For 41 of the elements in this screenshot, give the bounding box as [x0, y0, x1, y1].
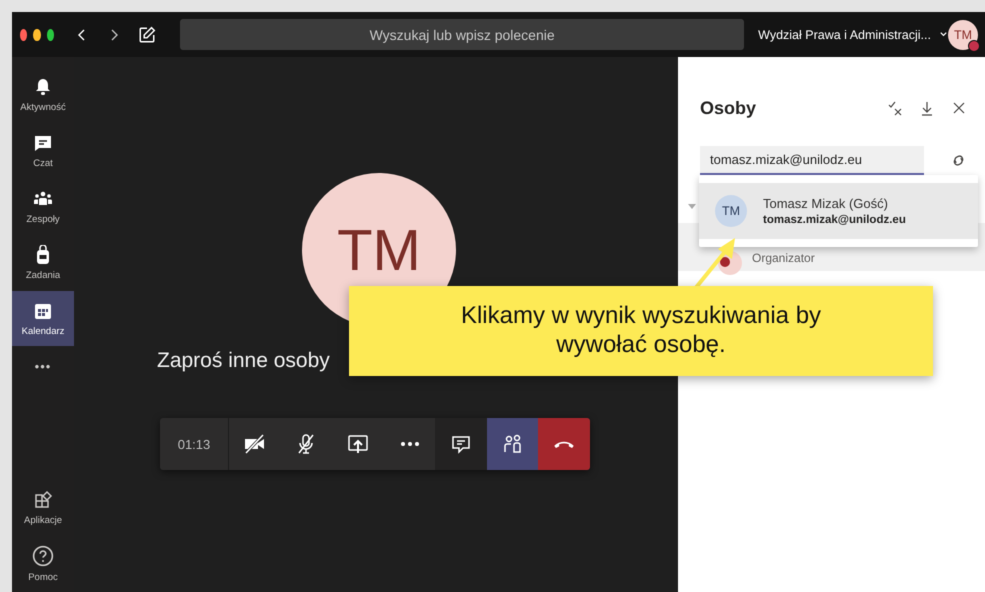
close-icon [951, 100, 967, 116]
mute-all-button[interactable] [887, 100, 903, 116]
suggestion-item[interactable]: TM Tomasz Mizak (Gość) tomasz.mizak@unilodz.eu [699, 183, 978, 239]
people-search-field[interactable]: tomasz.mizak@unilodz.eu [700, 146, 924, 175]
download-button[interactable] [919, 100, 935, 116]
chat-button[interactable] [435, 418, 487, 470]
check-cross-icon [887, 100, 903, 116]
minimize-window-button[interactable] [33, 28, 41, 40]
rail-item[interactable]: Aktywność [12, 67, 74, 123]
call-timer: 01:13 [160, 418, 229, 470]
more-icon [400, 441, 420, 447]
people-button[interactable] [486, 418, 538, 470]
camera-off-icon [242, 432, 267, 456]
rail-item[interactable]: Zadania [12, 235, 74, 291]
panel-title: Osoby [700, 98, 756, 118]
suggestion-name: Tomasz Mizak (Gość) [763, 196, 889, 211]
rail-item[interactable]: Kalendarz [12, 291, 74, 346]
organization-switcher[interactable]: Wydział Prawa i Administracji... [758, 28, 948, 42]
apps-icon [33, 490, 53, 510]
close-window-button[interactable] [20, 28, 28, 40]
download-icon [919, 100, 935, 116]
invite-text: Zaproś inne osoby [157, 349, 331, 373]
more-apps-button[interactable]: ••• [12, 346, 74, 386]
maximize-window-button[interactable] [46, 28, 54, 40]
chat-icon [33, 133, 53, 153]
close-button[interactable] [951, 100, 967, 116]
rail-item[interactable]: Czat [12, 123, 74, 179]
rail-item[interactable]: Zespoły [12, 179, 74, 235]
callout-note: Klikamy w wynik wyszukiwania by wywołać osobę. [349, 286, 933, 376]
status-dot [968, 40, 980, 52]
help-icon [32, 545, 54, 567]
suggestion-avatar: TM [715, 195, 747, 227]
rail-item[interactable]: Aplikacje [12, 480, 74, 536]
user-avatar[interactable]: TM [948, 20, 978, 50]
rail-item[interactable]: Pomoc [12, 536, 74, 592]
chevron-down-icon [938, 30, 948, 39]
search-field[interactable]: Wyszukaj lub wpisz polecenie [180, 19, 744, 50]
compose-icon[interactable] [138, 26, 156, 44]
participant-role: Organizator [752, 251, 815, 265]
suggestion-email: tomasz.mizak@unilodz.eu [763, 214, 906, 226]
hang-up-icon [554, 440, 574, 448]
